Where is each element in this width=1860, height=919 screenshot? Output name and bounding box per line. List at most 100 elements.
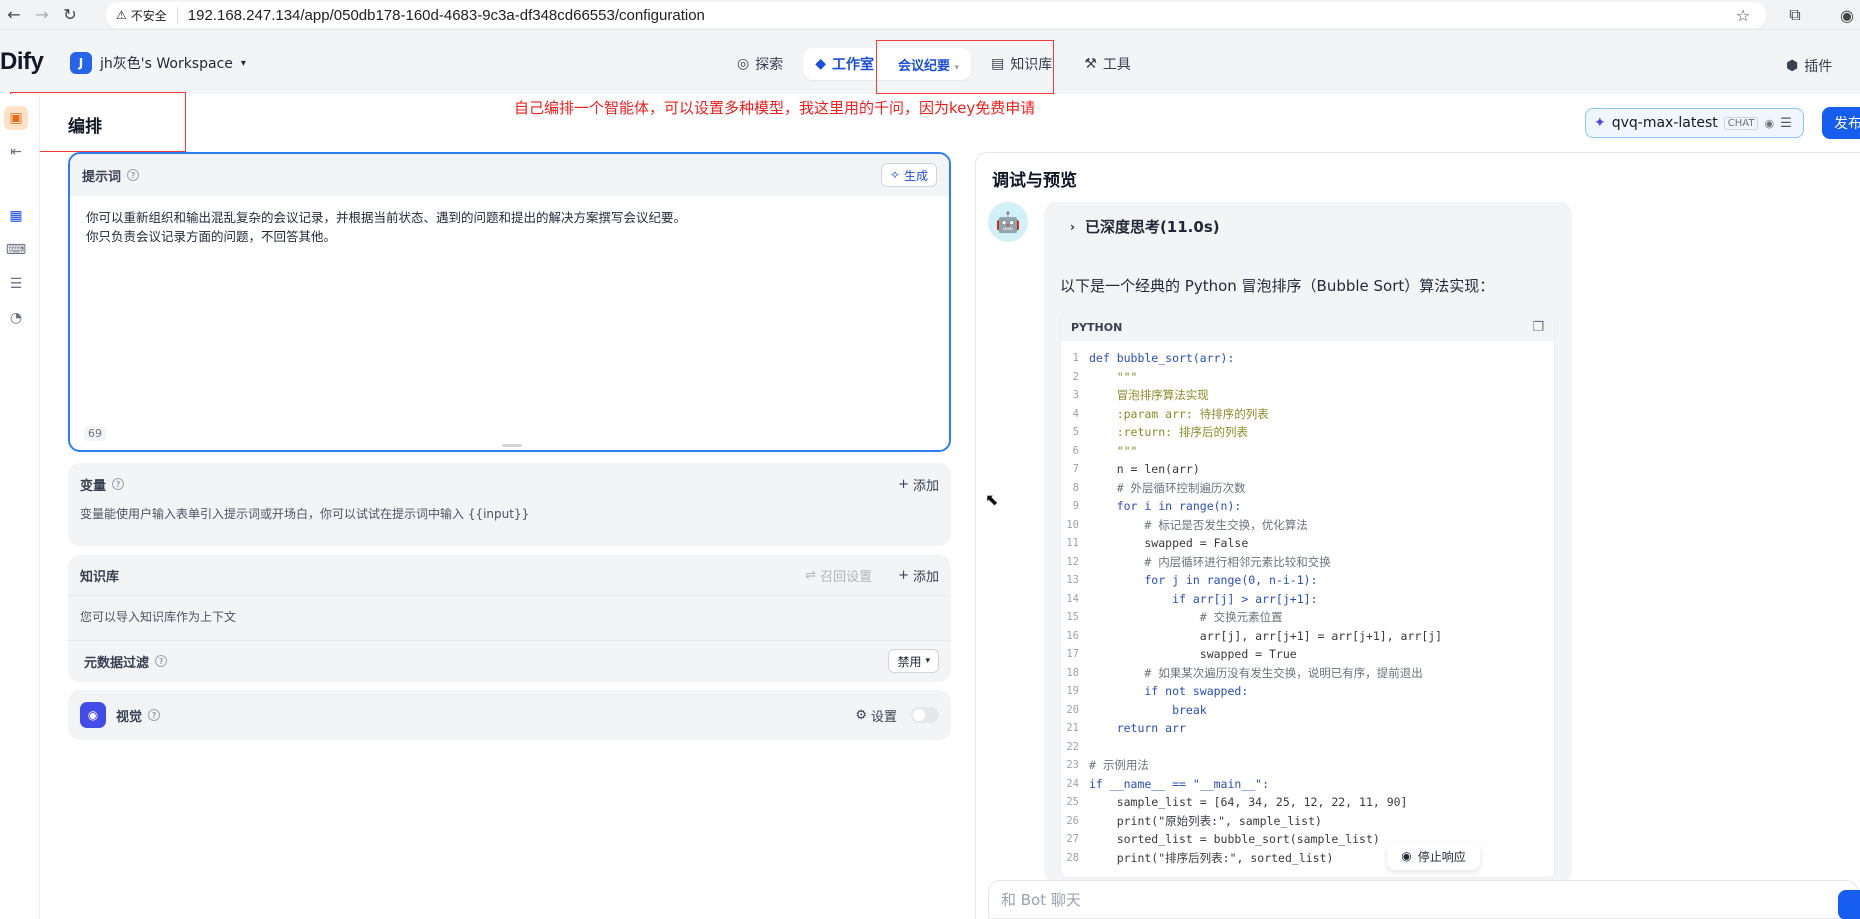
add-variable-button[interactable]: + 添加 <box>898 475 939 494</box>
app-icon[interactable]: ▣ <box>4 106 28 130</box>
collapse-icon[interactable]: ⇤ <box>4 140 28 164</box>
code-line: 4 :param arr: 待排序的列表 <box>1061 405 1554 424</box>
profile-icon[interactable]: ◉ <box>1834 2 1860 28</box>
prompt-header: 提示词 ? ✧ 生成 <box>70 154 949 196</box>
generate-button[interactable]: ✧ 生成 <box>880 163 937 187</box>
back-icon[interactable]: ← <box>0 1 28 29</box>
address-bar[interactable]: ⚠ 不安全 192.168.247.134/app/050db178-160d-… <box>106 2 1766 28</box>
code-text: sample_list = [64, 34, 25, 12, 22, 11, 9… <box>1089 795 1408 809</box>
nav-tools[interactable]: ⚒ 工具 <box>1072 48 1143 80</box>
vision-settings-label: 设置 <box>870 709 897 725</box>
settings-sliders-icon: ⇌ <box>805 567 817 583</box>
stop-response-button[interactable]: ◉ 停止响应 <box>1387 842 1480 870</box>
code-text: swapped = False <box>1089 536 1249 550</box>
workspace-switcher[interactable]: J jh灰色's Workspace ▾ <box>70 52 246 74</box>
vision-label-text: 视觉 <box>116 709 143 725</box>
workspace-avatar: J <box>70 52 92 74</box>
resize-handle[interactable] <box>502 444 522 447</box>
recall-settings-button[interactable]: ⇌ 召回设置 <box>805 566 872 585</box>
knowledge-actions: ⇌ 召回设置 + 添加 <box>805 566 939 585</box>
line-number: 19 <box>1066 685 1079 697</box>
thinking-toggle[interactable]: › 已深度思考(11.0s) <box>1070 216 1220 237</box>
code-line: 8 # 外层循环控制遍历次数 <box>1061 479 1554 498</box>
answer-intro: 以下是一个经典的 Python 冒泡排序（Bubble Sort）算法实现： <box>1060 277 1495 295</box>
robot-icon: ◆ <box>815 56 826 72</box>
copy-icon[interactable]: ❐ <box>1532 320 1544 335</box>
chat-input[interactable]: 和 Bot 聊天 <box>988 880 1858 919</box>
code-text: if __name__ == "__main__": <box>1089 776 1270 791</box>
variables-label-text: 变量 <box>80 478 107 494</box>
code-line: 11 swapped = False <box>1061 534 1554 553</box>
help-icon[interactable]: ? <box>155 655 168 667</box>
model-selector[interactable]: ✦ qvq-max-latest CHAT ◉ ☰ <box>1585 108 1804 138</box>
mouse-cursor-icon: ⬉ <box>985 490 999 509</box>
extensions-icon[interactable]: ⧉ <box>1782 2 1808 28</box>
metadata-filter-select[interactable]: 禁用 ▾ <box>888 649 939 673</box>
code-text: arr[j], arr[j+1] = arr[j+1], arr[j] <box>1089 628 1443 643</box>
prompt-textarea[interactable]: 你可以重新组织和输出混乱复杂的会议记录，并根据当前状态、遇到的问题和提出的解决方… <box>70 196 949 258</box>
code-text: """ <box>1089 443 1138 458</box>
monitoring-icon[interactable]: ◔ <box>4 306 28 330</box>
line-number: 3 <box>1072 389 1079 401</box>
bookmark-star-icon[interactable]: ☆ <box>1730 2 1756 28</box>
prompt-line-2: 你只负责会议记录方面的问题，不回答其他。 <box>86 229 337 244</box>
code-line: 20 break <box>1061 701 1554 720</box>
logs-icon[interactable]: ☰ <box>4 272 28 296</box>
send-button[interactable] <box>1838 890 1860 919</box>
code-line: 7 n = len(arr) <box>1061 460 1554 479</box>
page-title: 编排 <box>68 117 102 137</box>
nav-explore[interactable]: ◎ 探索 <box>725 48 795 80</box>
api-terminal-icon[interactable]: ⌨ <box>4 238 28 262</box>
insecure-indicator[interactable]: ⚠ 不安全 <box>116 6 178 24</box>
line-number: 25 <box>1066 796 1079 808</box>
add-knowledge-button[interactable]: + 添加 <box>898 566 939 585</box>
help-icon[interactable]: ? <box>112 478 125 490</box>
dify-logo[interactable]: Dify <box>0 48 44 76</box>
help-icon[interactable]: ? <box>127 169 140 181</box>
forward-icon[interactable]: → <box>28 1 56 29</box>
code-text: 冒泡排序算法实现 <box>1089 388 1209 402</box>
add-knowledge-label: 添加 <box>912 569 939 585</box>
compass-icon: ◎ <box>737 56 750 72</box>
code-line: 9 for i in range(n): <box>1061 497 1554 516</box>
orchestrate-icon[interactable]: ▦ <box>4 204 28 228</box>
code-line: 19 if not swapped: <box>1061 682 1554 701</box>
help-icon[interactable]: ? <box>148 709 161 721</box>
gear-icon: ⚙ <box>855 707 867 723</box>
vision-toggle[interactable] <box>911 707 939 723</box>
code-language: PYTHON <box>1071 320 1123 334</box>
plus-icon: + <box>898 567 909 583</box>
sparkle-icon: ✧ <box>889 168 900 182</box>
eye-icon: ◉ <box>1764 116 1775 130</box>
vision-settings-button[interactable]: ⚙ 设置 <box>855 706 897 725</box>
annotation-box-app-name <box>876 40 1054 94</box>
code-text: swapped = True <box>1089 647 1297 661</box>
variables-card: 变量 ? + 添加 变量能使用户输入表单引入提示词或开场白，你可以试试在提示词中… <box>68 463 951 546</box>
line-number: 21 <box>1066 722 1079 734</box>
vision-actions: ⚙ 设置 <box>855 706 939 725</box>
code-line: 16 arr[j], arr[j+1] = arr[j+1], arr[j] <box>1061 627 1554 646</box>
reload-icon[interactable]: ↻ <box>56 1 84 29</box>
url-text[interactable]: 192.168.247.134/app/050db178-160d-4683-9… <box>188 7 705 24</box>
line-number: 15 <box>1066 611 1079 623</box>
nav-studio-label: 工作室 <box>832 57 874 73</box>
browser-toolbar: ← → ↻ ⚠ 不安全 192.168.247.134/app/050db178… <box>0 0 1860 30</box>
line-number: 2 <box>1072 370 1079 383</box>
code-line: 13 for j in range(0, n-i-1): <box>1061 571 1554 590</box>
code-text: sorted_list = bubble_sort(sample_list) <box>1089 832 1380 846</box>
line-number: 9 <box>1072 500 1079 512</box>
publish-button[interactable]: 发布 <box>1822 107 1860 139</box>
line-number: 14 <box>1066 592 1079 605</box>
metadata-filter-text: 元数据过滤 <box>84 655 150 671</box>
vision-card: ◉ 视觉 ? ⚙ 设置 <box>68 690 951 740</box>
robot-icon: 🤖 <box>995 210 1021 234</box>
plugins-button[interactable]: ⬢ 插件 <box>1786 56 1832 76</box>
chevron-right-icon: › <box>1070 219 1075 234</box>
code-text: for j in range(0, n-i-1): <box>1089 573 1318 587</box>
code-text: n = len(arr) <box>1089 462 1200 476</box>
knowledge-card: 知识库 ⇌ 召回设置 + 添加 您可以导入知识库作为上下文 元数据过滤 ? 禁用… <box>68 555 951 682</box>
sliders-icon[interactable]: ☰ <box>1780 116 1792 131</box>
cube-icon: ⬢ <box>1786 58 1799 74</box>
code-text: return arr <box>1089 721 1186 735</box>
metadata-filter-label: 元数据过滤 ? <box>84 652 168 671</box>
